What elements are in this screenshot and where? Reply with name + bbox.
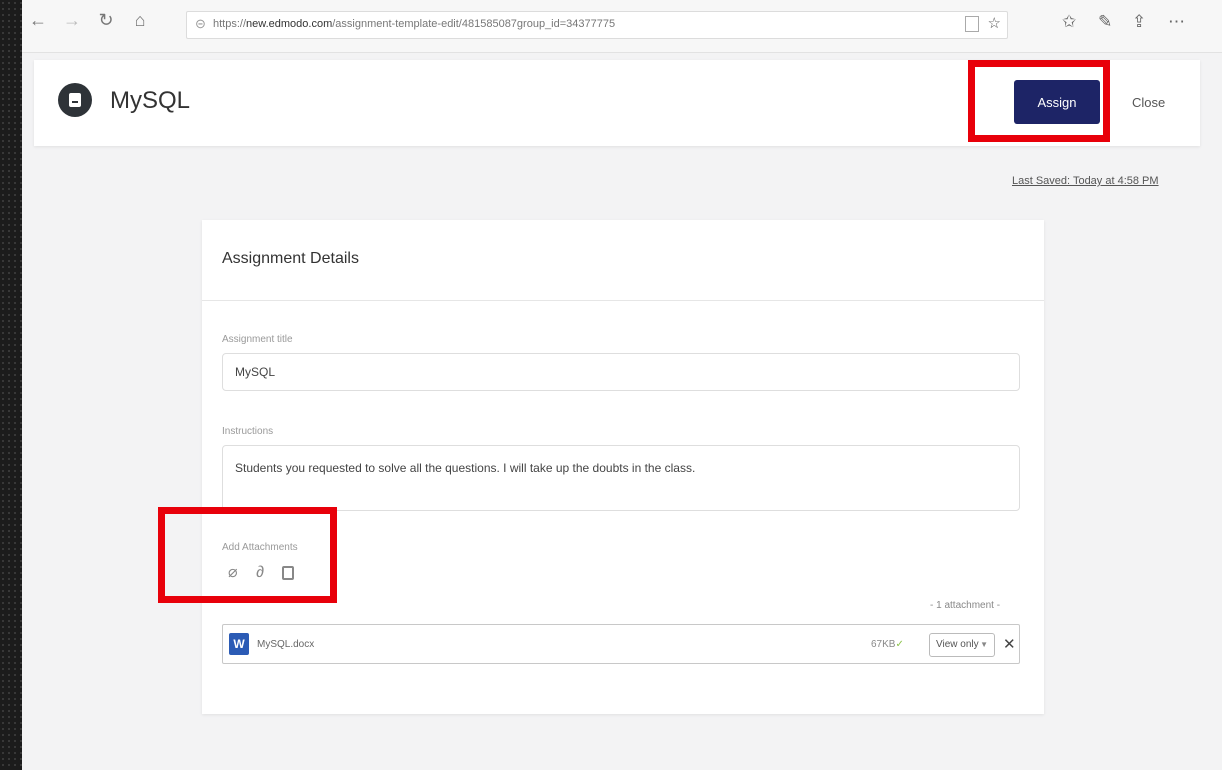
reader-icon[interactable] bbox=[965, 16, 979, 32]
assignment-title-input[interactable]: MySQL bbox=[222, 353, 1020, 391]
lock-icon: ⊝ bbox=[195, 16, 206, 31]
assignment-icon bbox=[58, 83, 92, 117]
url-path: /assignment-template-edit/481585087group… bbox=[332, 18, 616, 30]
share-icon[interactable]: ⇪ bbox=[1132, 12, 1146, 32]
card-title: Assignment Details bbox=[222, 250, 359, 267]
assign-highlight-box bbox=[968, 60, 1110, 142]
attachment-row: W MySQL.docx 67KB✓ View only ▼ ✕ bbox=[222, 624, 1020, 664]
attachment-size-value: 67KB bbox=[871, 639, 896, 650]
close-button[interactable]: Close bbox=[1132, 95, 1165, 110]
word-file-icon: W bbox=[229, 633, 249, 655]
url-prefix: https:// bbox=[213, 18, 247, 30]
browser-toolbar: ← → ↻ ⌂ ⊝ https://new.edmodo.com/assignm… bbox=[22, 0, 1222, 53]
permission-value: View only bbox=[936, 639, 979, 650]
assignment-details-card: Assignment Details Assignment title MySQ… bbox=[202, 220, 1044, 714]
refresh-icon[interactable]: ↻ bbox=[94, 10, 118, 31]
url-text: https://new.edmodo.com/assignment-templa… bbox=[213, 18, 615, 30]
address-bar[interactable]: ⊝ https://new.edmodo.com/assignment-temp… bbox=[186, 11, 1008, 39]
pen-icon[interactable]: ✎ bbox=[1098, 12, 1112, 32]
permission-select[interactable]: View only ▼ bbox=[929, 633, 995, 657]
forward-icon[interactable]: → bbox=[60, 10, 84, 31]
url-host: new.edmodo.com bbox=[246, 18, 333, 30]
back-icon[interactable]: ← bbox=[26, 10, 50, 31]
more-icon[interactable]: ⋯ bbox=[1168, 12, 1185, 32]
favorites-icon[interactable]: ✩ bbox=[1062, 12, 1076, 32]
attachment-count: - 1 attachment - bbox=[930, 600, 1001, 611]
attachment-name[interactable]: MySQL.docx bbox=[257, 639, 314, 650]
page-title: MySQL bbox=[110, 87, 191, 114]
last-saved-status: Last Saved: Today at 4:58 PM bbox=[1012, 175, 1159, 187]
check-icon: ✓ bbox=[895, 639, 904, 650]
attachments-highlight-box bbox=[158, 507, 337, 603]
instructions-label: Instructions bbox=[222, 426, 274, 437]
home-icon[interactable]: ⌂ bbox=[128, 10, 152, 31]
chevron-down-icon: ▼ bbox=[980, 640, 988, 649]
instructions-input[interactable]: Students you requested to solve all the … bbox=[222, 445, 1020, 511]
remove-attachment-icon[interactable]: ✕ bbox=[1003, 635, 1016, 653]
attachment-size: 67KB✓ bbox=[871, 639, 904, 650]
card-header: Assignment Details bbox=[202, 220, 1044, 301]
assignment-title-label: Assignment title bbox=[222, 334, 293, 345]
favorite-icon[interactable]: ☆ bbox=[988, 14, 1001, 32]
